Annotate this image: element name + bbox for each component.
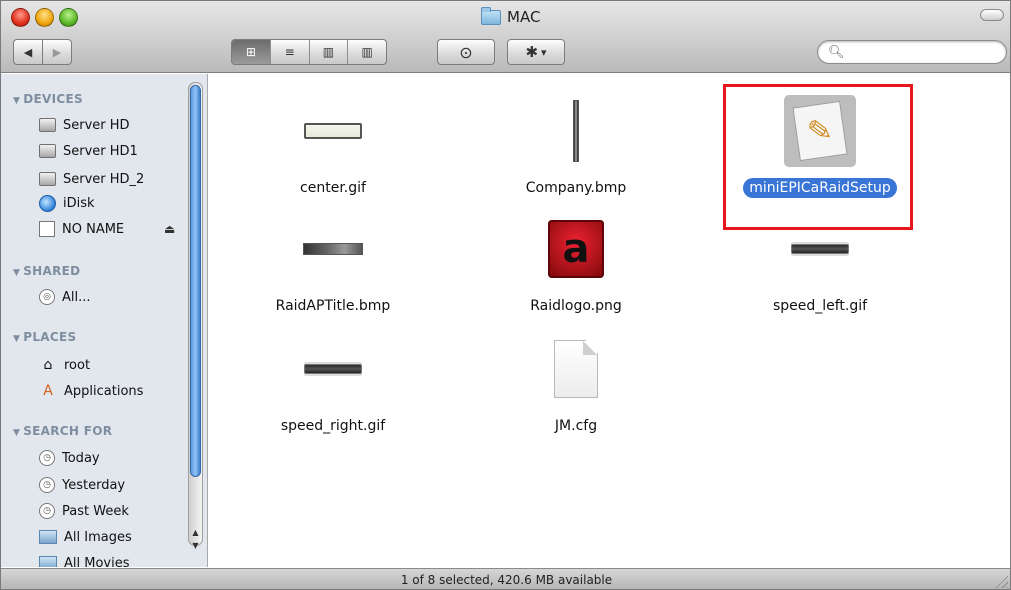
file-item-speed-right-gif[interactable]: speed_right.gif <box>233 322 433 436</box>
list-view-icon: ≡ <box>284 45 295 59</box>
coverflow-view-button[interactable]: ▥ <box>348 40 386 64</box>
removable-disk-icon <box>39 221 55 237</box>
status-bar: 1 of 8 selected, 420.6 MB available <box>1 568 1010 589</box>
window-title: MAC <box>481 6 541 27</box>
sidebar-item-idisk[interactable]: iDisk <box>39 192 95 214</box>
list-view-button[interactable]: ≡ <box>271 40 310 64</box>
sidebar: ▼ DEVICES Server HD Server HD1 Server HD_… <box>1 74 208 567</box>
sidebar-heading-search-for[interactable]: ▼ SEARCH FOR <box>13 424 112 438</box>
forward-icon: ▶ <box>52 45 62 59</box>
file-item-raidlogo-png[interactable]: a Raidlogo.png <box>476 202 676 316</box>
file-name: speed_right.gif <box>280 418 386 434</box>
file-name: JM.cfg <box>554 418 598 434</box>
vertical-bar-thumbnail-icon <box>573 100 579 162</box>
sidebar-item-past-week[interactable]: ◷ Past Week <box>39 500 129 522</box>
gear-icon: ✱ <box>525 43 539 61</box>
clock-icon: ◷ <box>39 477 55 493</box>
sidebar-scroll-thumb[interactable] <box>190 85 201 477</box>
sidebar-item-today[interactable]: ◷ Today <box>39 447 100 469</box>
title-strip-thumbnail-icon <box>303 243 363 255</box>
close-button[interactable] <box>11 8 30 27</box>
title-bar: MAC ◀ ▶ ⊞ ≡ ▥ ▥ ⊙ ✱ ▾ 🔍︎ <box>1 1 1010 73</box>
raid-logo-icon: a <box>548 220 604 278</box>
highlight-annotation <box>723 84 913 230</box>
zoom-button[interactable] <box>59 8 78 27</box>
file-name: center.gif <box>300 180 366 196</box>
scroll-up-icon[interactable]: ▲ <box>192 526 198 539</box>
sidebar-item-all-movies[interactable]: All Movies <box>39 552 130 567</box>
forward-button[interactable]: ▶ <box>42 39 72 65</box>
sidebar-item-server-hd1[interactable]: Server HD1 <box>39 140 138 162</box>
folder-icon <box>481 6 501 25</box>
file-name: speed_left.gif <box>772 298 868 314</box>
idisk-icon <box>39 194 56 212</box>
sidebar-scrollbar[interactable] <box>188 82 203 546</box>
images-folder-icon <box>39 530 57 544</box>
scroll-down-icon[interactable]: ▼ <box>192 539 198 552</box>
view-mode-selector: ⊞ ≡ ▥ ▥ <box>231 39 387 65</box>
clock-icon: ◷ <box>39 503 55 519</box>
icon-view-button[interactable]: ⊞ <box>232 40 271 64</box>
minimize-button[interactable] <box>35 8 54 27</box>
file-item-jm-cfg[interactable]: JM.cfg <box>476 322 676 436</box>
file-name: RaidAPTitle.bmp <box>275 298 391 314</box>
network-icon: ◎ <box>39 289 55 305</box>
quick-look-button[interactable]: ⊙ <box>437 39 495 65</box>
sidebar-item-all-images[interactable]: All Images <box>39 526 132 548</box>
status-text: 1 of 8 selected, 420.6 MB available <box>400 573 613 587</box>
movies-folder-icon <box>39 556 57 567</box>
home-icon: ⌂ <box>43 357 53 373</box>
chevron-down-icon: ▾ <box>541 45 547 59</box>
column-view-icon: ▥ <box>322 45 335 59</box>
sidebar-item-server-hd[interactable]: Server HD <box>39 114 130 136</box>
sidebar-item-all[interactable]: ◎ All... <box>39 286 91 308</box>
file-name: Raidlogo.png <box>530 298 622 314</box>
back-button[interactable]: ◀ <box>13 39 43 65</box>
sidebar-scroll-arrows[interactable]: ▲ ▼ <box>188 526 203 554</box>
clock-icon: ◷ <box>39 450 55 466</box>
eject-icon[interactable]: ⏏ <box>164 222 175 236</box>
sidebar-heading-shared[interactable]: ▼ SHARED <box>13 264 80 278</box>
hard-drive-icon <box>39 172 56 186</box>
applications-icon: A <box>43 383 53 399</box>
speed-bar-thumbnail-icon <box>304 364 362 374</box>
file-name: Company.bmp <box>525 180 627 196</box>
toolbar-toggle-button[interactable] <box>980 9 1004 21</box>
search-input[interactable] <box>844 44 994 60</box>
resize-handle[interactable] <box>994 574 1008 588</box>
hard-drive-icon <box>39 144 56 158</box>
icon-view-icon: ⊞ <box>245 45 256 59</box>
eye-icon: ⊙ <box>459 42 473 62</box>
back-icon: ◀ <box>23 45 33 59</box>
hard-drive-icon <box>39 118 56 132</box>
sidebar-heading-places[interactable]: ▼ PLACES <box>13 330 76 344</box>
file-item-raidaptitle-bmp[interactable]: RaidAPTitle.bmp <box>233 202 433 316</box>
search-icon: 🔍︎ <box>828 45 845 60</box>
finder-window: MAC ◀ ▶ ⊞ ≡ ▥ ▥ ⊙ ✱ ▾ 🔍︎ ▼ DEVICES Server… <box>0 0 1011 590</box>
action-menu-button[interactable]: ✱ ▾ <box>507 39 565 65</box>
speed-bar-thumbnail-icon <box>791 244 849 254</box>
sidebar-item-server-hd-2[interactable]: Server HD_2 <box>39 168 144 190</box>
file-item-center-gif[interactable]: center.gif <box>233 84 433 198</box>
coverflow-view-icon: ▥ <box>361 45 373 59</box>
document-icon <box>554 340 598 398</box>
sidebar-item-no-name[interactable]: NO NAME <box>39 218 124 240</box>
sidebar-item-yesterday[interactable]: ◷ Yesterday <box>39 474 125 496</box>
window-title-text: MAC <box>507 8 541 26</box>
sidebar-item-root[interactable]: ⌂ root <box>39 354 91 376</box>
sidebar-item-applications[interactable]: A Applications <box>39 380 143 402</box>
search-field[interactable]: 🔍︎ <box>817 40 1007 64</box>
column-view-button[interactable]: ▥ <box>310 40 349 64</box>
bar-thumbnail-icon <box>304 123 362 139</box>
sidebar-heading-devices[interactable]: ▼ DEVICES <box>13 92 83 106</box>
file-item-company-bmp[interactable]: Company.bmp <box>476 84 676 198</box>
